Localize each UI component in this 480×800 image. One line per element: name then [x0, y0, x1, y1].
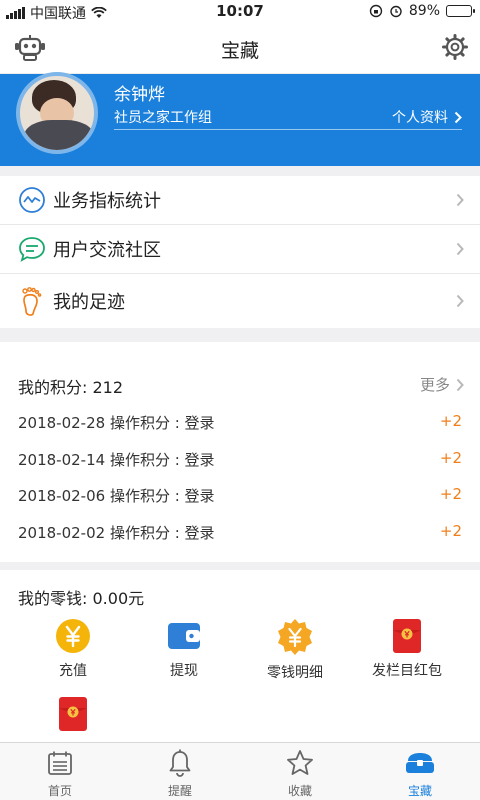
wallet-amount: 0.00元 — [92, 589, 145, 608]
top-nav-bar: 宝藏 — [0, 22, 480, 74]
gear-icon[interactable] — [442, 34, 468, 64]
chevron-right-icon — [456, 378, 464, 391]
chat-bubble-icon — [17, 234, 47, 264]
profile-info-label: 个人资料 — [392, 110, 448, 126]
record-date: 2018-02-02 — [18, 524, 106, 542]
points-heading: 我的积分: 212 — [18, 374, 123, 398]
record-desc: 操作积分 : 登录 — [109, 451, 215, 469]
menu-label: 业务指标统计 — [53, 191, 161, 212]
footprint-icon — [17, 286, 47, 316]
red-envelope-icon — [352, 618, 462, 654]
record-points: +2 — [439, 522, 462, 540]
wallet-section: 我的零钱: 0.00元 充值 提现 零钱明细 发栏目红包 — [0, 570, 480, 742]
send-column-red-packet-button[interactable]: 发栏目红包 — [352, 618, 462, 680]
withdraw-button[interactable]: 提现 — [129, 618, 239, 680]
red-packet-button[interactable] — [18, 696, 128, 732]
user-name: 余钟烨 — [114, 85, 165, 105]
menu-label: 我的足迹 — [53, 292, 125, 313]
user-group: 社员之家工作组 — [114, 110, 212, 126]
tab-label: 宝藏 — [407, 784, 432, 798]
points-more-link[interactable]: 更多 — [420, 374, 464, 395]
status-bar: 中国联通 10:07 89% — [0, 0, 480, 22]
points-value: 212 — [92, 378, 124, 397]
points-section: 我的积分: 212 更多 2018-02-28 操作积分 : 登录 +2 201… — [0, 342, 480, 562]
chevron-right-icon — [456, 193, 464, 207]
tab-label: 首页 — [47, 784, 72, 798]
chevron-right-icon — [456, 242, 464, 256]
profile-header: 余钟烨 社员之家工作组 个人资料 — [0, 72, 480, 166]
chart-icon — [17, 185, 47, 215]
battery-percent: 89% — [408, 3, 440, 19]
change-details-button[interactable]: 零钱明细 — [240, 618, 350, 682]
record-points: +2 — [439, 412, 462, 430]
more-label: 更多 — [419, 376, 450, 394]
wallet-item-label: 发栏目红包 — [372, 663, 442, 679]
tab-label: 提醒 — [167, 784, 192, 798]
yuan-coin-icon — [18, 618, 128, 654]
feature-menu: 业务指标统计 用户交流社区 我的足迹 — [0, 176, 480, 328]
chevron-right-icon — [456, 294, 464, 308]
wallet-icon — [129, 618, 239, 654]
calendar-icon — [0, 748, 120, 778]
record-desc: 操作积分 : 登录 — [109, 487, 215, 505]
points-record: 2018-02-02 操作积分 : 登录 +2 — [18, 522, 462, 546]
record-date: 2018-02-14 — [18, 451, 106, 469]
profile-info-link[interactable]: 个人资料 — [392, 107, 462, 127]
tab-favorites[interactable]: 收藏 — [240, 743, 360, 800]
menu-label: 用户交流社区 — [53, 240, 161, 261]
bottom-tab-bar: 首页 提醒 收藏 宝藏 — [0, 742, 480, 800]
chevron-right-icon — [454, 111, 462, 123]
points-record: 2018-02-14 操作积分 : 登录 +2 — [18, 449, 462, 473]
rotation-lock-icon — [369, 4, 383, 18]
tab-treasure[interactable]: 宝藏 — [360, 743, 480, 800]
profile-divider — [114, 129, 462, 130]
menu-item-footprints[interactable]: 我的足迹 — [0, 274, 480, 328]
yuan-badge-icon — [240, 618, 350, 656]
avatar[interactable] — [16, 72, 98, 154]
menu-item-business-stats[interactable]: 业务指标统计 — [0, 176, 480, 225]
battery-icon — [446, 5, 475, 17]
star-icon — [240, 748, 360, 778]
wallet-item-label: 充值 — [59, 663, 87, 679]
points-record: 2018-02-28 操作积分 : 登录 +2 — [18, 412, 462, 436]
points-record: 2018-02-06 操作积分 : 登录 +2 — [18, 485, 462, 509]
red-envelope-icon — [18, 696, 128, 732]
page-title: 宝藏 — [220, 40, 259, 62]
wallet-item-label: 提现 — [170, 663, 198, 679]
record-points: +2 — [439, 485, 462, 503]
wallet-item-label: 零钱明细 — [267, 665, 323, 681]
alarm-icon — [390, 5, 402, 18]
tab-label: 收藏 — [287, 784, 312, 798]
menu-item-community[interactable]: 用户交流社区 — [0, 225, 480, 274]
wallet-heading: 我的零钱: 0.00元 — [18, 585, 144, 609]
tab-reminders[interactable]: 提醒 — [120, 743, 240, 800]
record-date: 2018-02-06 — [18, 487, 106, 505]
points-title: 我的积分: — [18, 378, 88, 397]
record-desc: 操作积分 : 登录 — [109, 524, 215, 542]
bell-icon — [120, 748, 240, 778]
record-date: 2018-02-28 — [18, 414, 106, 432]
treasure-icon — [360, 748, 480, 778]
recharge-button[interactable]: 充值 — [18, 618, 128, 680]
record-desc: 操作积分 : 登录 — [109, 414, 215, 432]
wallet-title: 我的零钱: — [18, 589, 88, 608]
tab-home[interactable]: 首页 — [0, 743, 120, 800]
record-points: +2 — [439, 449, 462, 467]
